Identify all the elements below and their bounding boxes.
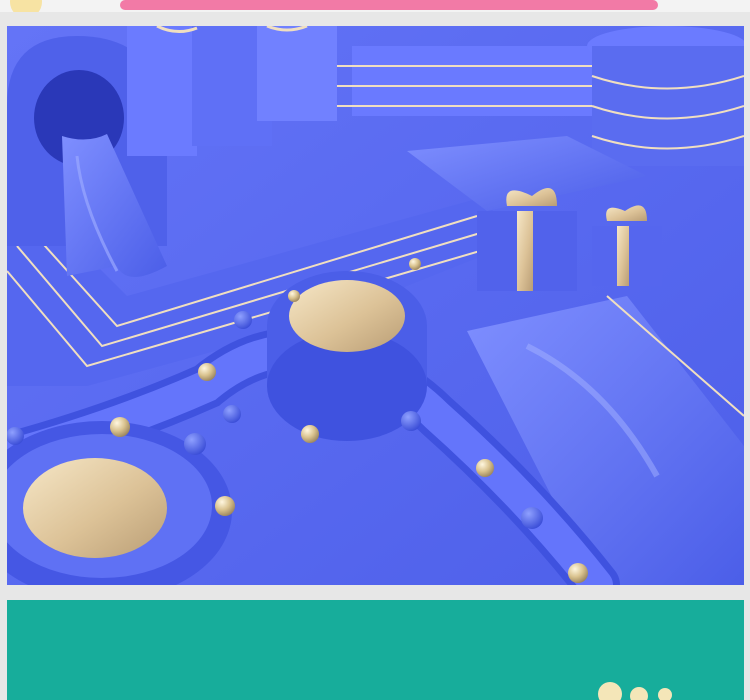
teal-render (7, 600, 744, 700)
gold-disc-left (23, 458, 167, 558)
pearl (301, 425, 319, 443)
pearl (568, 563, 588, 583)
top-strip-art (0, 0, 750, 12)
back-platform (337, 46, 617, 116)
pearl (110, 417, 130, 437)
pearl (288, 290, 300, 302)
blue-podium-render (7, 26, 744, 585)
gold-disc-center (289, 280, 405, 352)
pink-bar (120, 0, 658, 10)
top-strip (0, 0, 750, 12)
pearl (409, 258, 421, 270)
pearl (476, 459, 494, 477)
stacked-cylinders (587, 26, 744, 166)
blue-podium-scene (7, 26, 744, 585)
gold-orb (10, 0, 42, 12)
teal-scene (7, 600, 744, 700)
pearl (198, 363, 216, 381)
pearl (215, 496, 235, 516)
